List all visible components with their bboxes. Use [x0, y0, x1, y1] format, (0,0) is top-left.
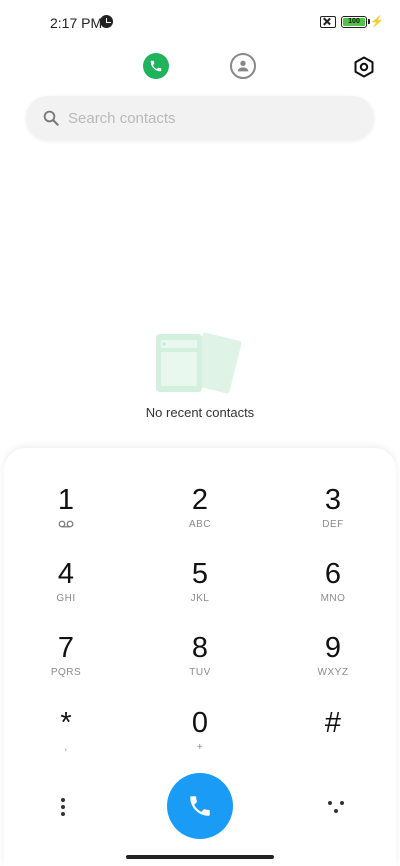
call-button[interactable]	[167, 773, 233, 839]
key-letters: TUV	[189, 667, 211, 678]
key-letters: GHI	[56, 593, 76, 604]
settings-hexagon-icon	[354, 56, 374, 78]
key-digit: 9	[324, 632, 342, 664]
contact-icon	[237, 60, 249, 72]
settings-button[interactable]	[352, 55, 376, 79]
status-time: 2:17 PM	[50, 15, 103, 31]
key-letters: DEF	[322, 519, 344, 530]
tab-contacts[interactable]	[230, 53, 256, 79]
dial-key-2[interactable]: 2 ABC	[155, 483, 245, 547]
dialpad-dots-icon	[328, 801, 344, 813]
battery-level: 100	[343, 18, 365, 26]
key-digit: 3	[324, 484, 342, 516]
key-digit: #	[324, 707, 342, 739]
status-bar: 2:17 PM 100 ⚡	[0, 0, 400, 44]
battery-icon: 100	[341, 16, 370, 28]
key-digit: *	[60, 707, 72, 739]
phone-icon	[190, 796, 210, 816]
key-letters: ,	[64, 742, 68, 753]
key-digit: 7	[57, 632, 75, 664]
no-sim-icon	[320, 16, 336, 28]
key-digit: 4	[57, 558, 75, 590]
clock-icon	[100, 15, 113, 28]
search-bar[interactable]	[26, 96, 374, 140]
key-letters: WXYZ	[317, 667, 349, 678]
key-letters: MNO	[320, 593, 346, 604]
key-digit: 6	[324, 558, 342, 590]
dial-key-8[interactable]: 8 TUV	[155, 631, 245, 695]
dial-key-5[interactable]: 5 JKL	[155, 557, 245, 621]
more-options-button[interactable]	[57, 796, 69, 818]
key-digit: 8	[191, 632, 209, 664]
dial-key-6[interactable]: 6 MNO	[288, 557, 378, 621]
key-digit: 1	[57, 484, 75, 516]
phone-icon	[150, 60, 162, 72]
dial-key-0[interactable]: 0 +	[155, 706, 245, 770]
search-icon	[43, 110, 59, 126]
dial-key-4[interactable]: 4 GHI	[21, 557, 111, 621]
dial-key-9[interactable]: 9 WXYZ	[288, 631, 378, 695]
search-input[interactable]	[68, 96, 358, 140]
dial-key-1[interactable]: 1	[21, 483, 111, 547]
voicemail-icon	[58, 520, 74, 528]
dial-key-3[interactable]: 3 DEF	[288, 483, 378, 547]
key-digit: 5	[191, 558, 209, 590]
empty-recents-message: No recent contacts	[145, 405, 255, 420]
key-letters: JKL	[190, 593, 210, 604]
tab-recents[interactable]	[143, 53, 169, 79]
key-digit: 0	[191, 707, 209, 739]
charging-icon: ⚡	[370, 16, 384, 28]
dial-key-hash[interactable]: #	[288, 706, 378, 770]
dial-key-star[interactable]: * ,	[21, 706, 111, 770]
vertical-dots-icon	[61, 798, 65, 816]
key-letters: PQRS	[50, 667, 82, 678]
home-indicator[interactable]	[126, 855, 274, 859]
key-letters: +	[196, 742, 204, 753]
empty-recents-illustration	[152, 330, 252, 396]
dial-key-7[interactable]: 7 PQRS	[21, 631, 111, 695]
key-letters: ABC	[188, 519, 212, 530]
key-digit: 2	[191, 484, 209, 516]
hide-dialpad-button[interactable]	[326, 798, 346, 816]
